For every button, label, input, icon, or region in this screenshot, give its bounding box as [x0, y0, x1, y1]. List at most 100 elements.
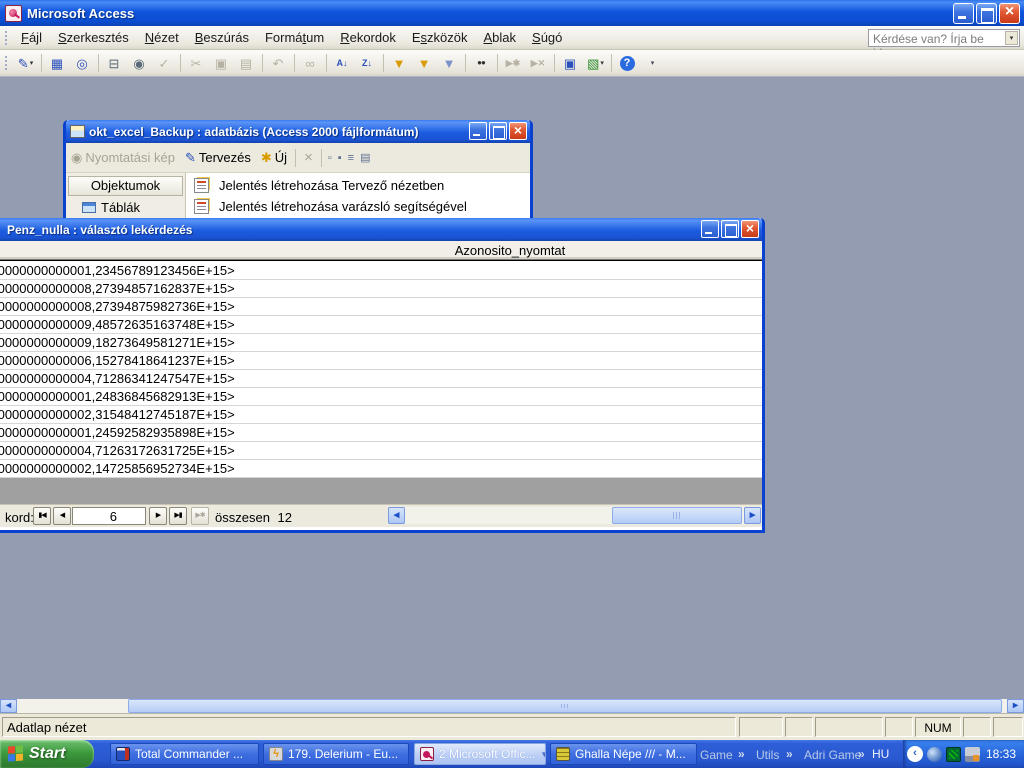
- start-button[interactable]: Start: [0, 740, 94, 768]
- sort-ascending-button[interactable]: A↓: [331, 52, 354, 74]
- workspace-scroll-left-arrow[interactable]: ◂: [0, 699, 17, 713]
- filter-by-form-button[interactable]: ▼: [413, 52, 436, 74]
- current-record-input[interactable]: 6: [72, 507, 146, 525]
- database-window-titlebar[interactable]: okt_excel_Backup : adatbázis (Access 200…: [66, 120, 530, 143]
- table-row[interactable]: <0000000000009,48572635163748E+15>: [0, 316, 762, 334]
- minimize-button[interactable]: [953, 3, 974, 24]
- table-row[interactable]: <0000000000002,14725856952734E+15>: [0, 460, 762, 478]
- chevron-down-icon[interactable]: ▼: [540, 750, 546, 759]
- column-header[interactable]: Azonosito_nyomtat: [0, 241, 762, 260]
- save-button[interactable]: ▦: [46, 52, 69, 74]
- undo-button[interactable]: ↶: [267, 52, 290, 74]
- menu-ablak[interactable]: Ablak: [475, 27, 524, 48]
- paste-button[interactable]: ▤: [235, 52, 258, 74]
- last-record-button[interactable]: ▶▮: [169, 507, 187, 525]
- scroll-right-arrow[interactable]: ▸: [744, 507, 761, 524]
- taskbar-item-total-commander[interactable]: Total Commander ...: [110, 743, 259, 765]
- delete-record-button[interactable]: ▶✕: [527, 52, 550, 74]
- menu-fajl[interactable]: Fájl: [13, 27, 50, 48]
- db-maximize-button[interactable]: [489, 122, 507, 140]
- table-row[interactable]: <0000000000002,31548412745187E+15>: [0, 406, 762, 424]
- sidebar-item-tables[interactable]: Táblák: [68, 196, 183, 215]
- tray-messenger-icon[interactable]: [965, 747, 980, 762]
- first-record-button[interactable]: ▮◀: [33, 507, 51, 525]
- find-button[interactable]: ●●: [470, 52, 493, 74]
- next-record-button[interactable]: ▶: [149, 507, 167, 525]
- delete-db-button[interactable]: ×: [299, 147, 318, 168]
- menu-formatum[interactable]: Formátum: [257, 27, 332, 48]
- chevron-down-icon[interactable]: ▾: [1005, 31, 1018, 45]
- db-minimize-button[interactable]: [469, 122, 487, 140]
- print-button[interactable]: ⊟: [103, 52, 126, 74]
- query-close-button[interactable]: [741, 220, 759, 238]
- menu-eszkozok[interactable]: Eszközök: [404, 27, 476, 48]
- menu-nezet[interactable]: Nézet: [137, 27, 187, 48]
- chevron-right-icon[interactable]: »: [786, 747, 793, 761]
- toolbar-grip-handle[interactable]: [4, 55, 9, 71]
- tray-chevron-icon[interactable]: ‹: [907, 746, 923, 762]
- menubar-grip-handle[interactable]: [4, 30, 9, 46]
- query-minimize-button[interactable]: [701, 220, 719, 238]
- new-record-button[interactable]: ▶✱: [191, 507, 209, 525]
- print-preview-db-button[interactable]: ◉Nyomtatási kép: [66, 148, 180, 168]
- new-object-button[interactable]: ▧▾: [584, 52, 607, 74]
- toolbar-options-button[interactable]: ▾: [641, 52, 664, 74]
- taskbar-item-ghalla-nepe[interactable]: Ghalla Népe /// - M...: [550, 743, 697, 765]
- list-item[interactable]: Jelentés létrehozása varázsló segítségév…: [194, 196, 530, 217]
- menu-rekordok[interactable]: Rekordok: [332, 27, 404, 48]
- objects-header-button[interactable]: Objektumok: [68, 176, 183, 196]
- help-question-input[interactable]: Kérdése van? Írja be ide. ▾: [868, 29, 1020, 47]
- menu-beszuras[interactable]: Beszúrás: [187, 27, 257, 48]
- table-row[interactable]: <0000000000001,24836845682913E+15>: [0, 388, 762, 406]
- workspace-scroll-right-arrow[interactable]: ▸: [1007, 699, 1024, 713]
- list-view-button[interactable]: ≡: [345, 152, 357, 164]
- table-row[interactable]: <0000000000009,18273649581271E+15>: [0, 334, 762, 352]
- close-button[interactable]: [999, 3, 1020, 24]
- apply-filter-button[interactable]: ▼: [438, 52, 461, 74]
- list-item[interactable]: Jelentés létrehozása Tervező nézetben: [194, 175, 530, 196]
- new-record-button[interactable]: ▶✱: [502, 52, 525, 74]
- table-row[interactable]: <0000000000001,23456789123456E+15>: [0, 262, 762, 280]
- previous-record-button[interactable]: ◀: [53, 507, 71, 525]
- quick-toolbar-adri-game[interactable]: Adri Game: [804, 748, 861, 762]
- large-icons-view-button[interactable]: ▫: [325, 152, 335, 164]
- table-row[interactable]: <0000000000008,27394875982736E+15>: [0, 298, 762, 316]
- table-row[interactable]: <0000000000001,24592582935898E+15>: [0, 424, 762, 442]
- quick-toolbar-utils[interactable]: Utils: [756, 748, 779, 762]
- small-icons-view-button[interactable]: ▪: [335, 152, 345, 164]
- taskbar-item-winamp[interactable]: ϟ 179. Delerium - Eu...: [263, 743, 409, 765]
- taskbar-item-microsoft-office-group[interactable]: 2 Microsoft Offic... ▼: [414, 743, 546, 765]
- filter-by-selection-button[interactable]: ▼: [388, 52, 411, 74]
- details-view-button[interactable]: ▤: [357, 151, 373, 164]
- table-row[interactable]: <0000000000008,27394857162837E+15>: [0, 280, 762, 298]
- help-button[interactable]: ?: [616, 52, 639, 74]
- print-preview-button[interactable]: ◉: [128, 52, 151, 74]
- tray-green-app-icon[interactable]: [946, 747, 961, 762]
- design-view-button[interactable]: ✎▾: [14, 52, 37, 74]
- copy-button[interactable]: ▣: [210, 52, 233, 74]
- workspace-scrollbar-thumb[interactable]: [128, 699, 1002, 713]
- table-row[interactable]: <0000000000006,15278418641237E+15>: [0, 352, 762, 370]
- language-indicator[interactable]: HU: [872, 747, 889, 761]
- table-row[interactable]: <0000000000004,71263172631725E+15>: [0, 442, 762, 460]
- restore-button[interactable]: [976, 3, 997, 24]
- design-db-button[interactable]: ✎Tervezés: [180, 148, 256, 168]
- database-window-button[interactable]: ▣: [559, 52, 582, 74]
- query-window-titlebar[interactable]: Penz_nulla : választó lekérdezés: [0, 218, 762, 241]
- menu-szerkesztes[interactable]: Szerkesztés: [50, 27, 137, 48]
- menu-sugo[interactable]: Súgó: [524, 27, 570, 48]
- quick-toolbar-game[interactable]: Game: [700, 748, 733, 762]
- cut-button[interactable]: ✂: [185, 52, 208, 74]
- insert-hyperlink-button[interactable]: ∞: [299, 52, 322, 74]
- new-db-button[interactable]: ✱Új: [256, 148, 292, 168]
- chevron-right-icon[interactable]: »: [738, 747, 745, 761]
- table-row[interactable]: <0000000000004,71286341247547E+15>: [0, 370, 762, 388]
- query-maximize-button[interactable]: [721, 220, 739, 238]
- db-close-button[interactable]: [509, 122, 527, 140]
- scroll-left-arrow[interactable]: ◂: [388, 507, 405, 524]
- file-search-button[interactable]: ◎: [71, 52, 94, 74]
- horizontal-scrollbar-thumb[interactable]: [612, 507, 742, 524]
- spelling-button[interactable]: ✓: [153, 52, 176, 74]
- chevron-right-icon[interactable]: »: [858, 747, 865, 761]
- tray-globe-icon[interactable]: [927, 747, 942, 762]
